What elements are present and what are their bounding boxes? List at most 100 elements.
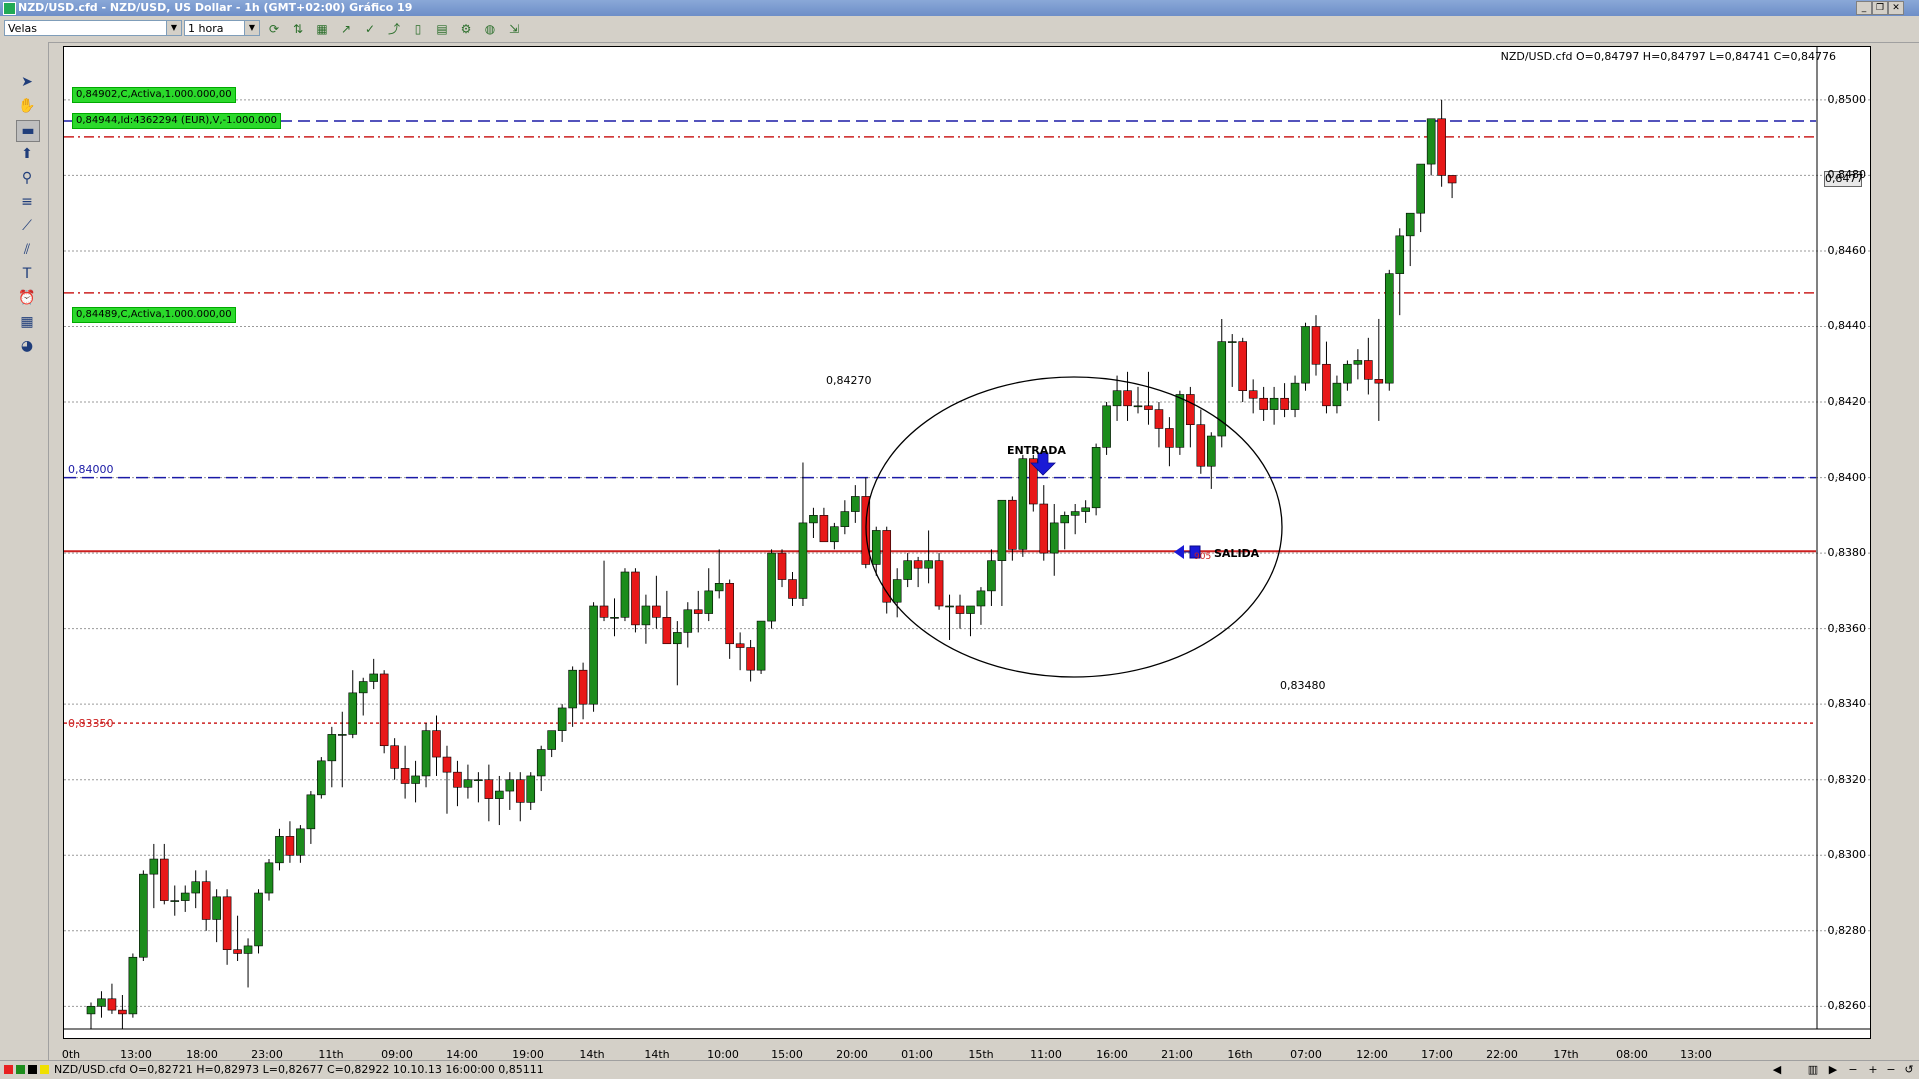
candle-body xyxy=(1374,379,1384,384)
y-tick-label: 0,8420 xyxy=(1827,395,1867,409)
zoom-icon[interactable]: ⚲ xyxy=(16,168,38,188)
order-tag[interactable]: 0,84489,C,Activa,1.000.000,00 xyxy=(72,307,236,323)
minus-icon[interactable]: − xyxy=(1884,1063,1898,1076)
candle-body xyxy=(1112,390,1122,407)
y-tick-label: 0,8400 xyxy=(1827,470,1867,484)
indicator-icon[interactable]: ⤴ xyxy=(386,21,402,37)
reset-icon[interactable]: ↺ xyxy=(1902,1063,1916,1076)
candle-body xyxy=(1144,405,1153,410)
candle-body xyxy=(1416,163,1425,214)
candle-body xyxy=(767,552,776,622)
candle-body xyxy=(1384,273,1394,384)
candle-body xyxy=(924,560,933,569)
candle-body xyxy=(976,590,986,607)
color-swatch[interactable] xyxy=(40,1065,49,1074)
candle-body xyxy=(1081,507,1090,512)
chevron-down-icon[interactable]: ▼ xyxy=(166,21,181,35)
candle-body xyxy=(400,768,410,784)
status-bar: NZD/USD.cfd O=0,82721 H=0,82973 L=0,8267… xyxy=(0,1060,1919,1079)
candle-body xyxy=(495,790,504,799)
fan-icon[interactable]: ⟋ xyxy=(16,216,38,236)
fibonacci-icon[interactable]: ≡ xyxy=(16,192,38,212)
candle-body xyxy=(1196,424,1206,467)
order-tag[interactable]: 0,84944,Id:4362294 (EUR),V,-1.000.000 xyxy=(72,113,282,129)
candle-body xyxy=(453,771,462,788)
color-swatch[interactable] xyxy=(28,1065,37,1074)
y-tick-label: 0,8460 xyxy=(1827,243,1867,257)
minimize-button[interactable]: _ xyxy=(1856,1,1872,15)
color-swatch[interactable] xyxy=(16,1065,25,1074)
candle-body xyxy=(285,836,295,856)
candle-body xyxy=(1447,175,1457,184)
close-button[interactable]: ✕ xyxy=(1888,1,1904,15)
scroll-right-icon[interactable]: ▶ xyxy=(1826,1063,1840,1076)
candle-body xyxy=(474,779,483,782)
candle-body xyxy=(128,956,138,1015)
candle-body xyxy=(746,647,755,671)
restore-button[interactable]: ❐ xyxy=(1872,1,1888,15)
candle-body xyxy=(1437,118,1446,176)
chevron-down-icon[interactable]: ▼ xyxy=(244,21,259,35)
exit-price-label: 905 xyxy=(1194,552,1212,562)
candlestick-chart[interactable] xyxy=(64,47,1870,1038)
candle-body xyxy=(966,605,975,614)
refresh-icon[interactable]: ⟳ xyxy=(266,21,282,37)
horizontal-line-icon[interactable]: ▬ xyxy=(16,120,40,142)
export-icon[interactable]: ⇲ xyxy=(506,21,522,37)
grid-icon[interactable]: ▦ xyxy=(314,21,330,37)
candle-body xyxy=(421,730,431,777)
candle-body xyxy=(1280,397,1289,410)
candle-body xyxy=(1364,360,1373,380)
candle-body xyxy=(1039,503,1049,554)
globe-icon[interactable]: ◍ xyxy=(482,21,498,37)
sync-icon[interactable]: ⇅ xyxy=(290,21,306,37)
check-icon[interactable]: ✓ xyxy=(362,21,378,37)
candle-body xyxy=(631,571,640,626)
app-icon xyxy=(3,2,16,15)
candle-body xyxy=(86,1006,96,1015)
candle-body xyxy=(317,760,326,796)
settings-icon[interactable]: ⚙ xyxy=(458,21,474,37)
color-swatch[interactable] xyxy=(4,1065,13,1074)
candle-body xyxy=(934,560,944,607)
chart-toolbar: Velas ▼ 1 hora ▼ ⟳ ⇅ ▦ ↗ ✓ ⤴ ▯ ▤ ⚙ ◍ ⇲ xyxy=(0,16,1919,43)
order-tag[interactable]: 0,84902,C,Activa,1.000.000,00 xyxy=(72,87,236,103)
candle-body xyxy=(1248,390,1258,399)
cursor-icon[interactable]: ➤ xyxy=(16,72,38,92)
candle-body xyxy=(641,605,651,626)
y-tick-label: 0,8500 xyxy=(1827,92,1867,106)
zoom-in-icon[interactable]: + xyxy=(1866,1063,1880,1076)
timeframe-select[interactable]: 1 hora ▼ xyxy=(184,20,260,36)
candle-body xyxy=(610,617,619,619)
chart-type-select[interactable]: Velas ▼ xyxy=(4,20,182,36)
text-icon[interactable]: T xyxy=(16,264,38,284)
candle-body xyxy=(536,749,546,777)
candle-body xyxy=(568,669,577,709)
candle-body xyxy=(484,779,494,799)
candle-body xyxy=(547,730,556,750)
trend-icon[interactable]: ↗ xyxy=(338,21,354,37)
document-icon[interactable]: ▯ xyxy=(410,21,426,37)
scroll-left-icon[interactable]: ◀ xyxy=(1770,1063,1784,1076)
channel-icon[interactable]: ⫽ xyxy=(16,240,38,260)
alarm-icon[interactable]: ⏰ xyxy=(16,288,38,308)
candle-body xyxy=(97,998,106,1007)
arrow-up-icon[interactable]: ⬆ xyxy=(16,144,38,164)
chart-panel[interactable]: NZD/USD.cfd O=0,84797 H=0,84797 L=0,8474… xyxy=(62,46,1871,1061)
candle-body xyxy=(704,590,714,614)
candle-body xyxy=(348,692,358,735)
candle-body xyxy=(693,609,703,614)
candle-body xyxy=(170,900,180,902)
hand-icon[interactable]: ✋ xyxy=(16,96,38,116)
candle-body xyxy=(830,526,839,543)
candle-body xyxy=(1175,394,1185,448)
candle-body xyxy=(222,896,232,950)
palette-icon[interactable]: ◕ xyxy=(16,336,38,356)
price-annotation: 0,84270 xyxy=(826,374,872,387)
candle-body xyxy=(798,522,808,599)
zoom-out-icon[interactable]: − xyxy=(1846,1063,1860,1076)
print-icon[interactable]: ▤ xyxy=(434,21,450,37)
scroll-track[interactable]: ▥ xyxy=(1806,1063,1820,1076)
candle-body xyxy=(1049,522,1059,554)
calculator-icon[interactable]: ▦ xyxy=(16,312,38,332)
